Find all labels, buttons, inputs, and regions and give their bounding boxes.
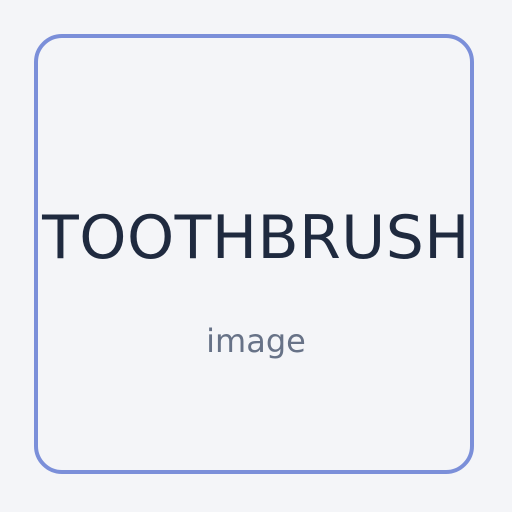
placeholder-subtitle: image <box>206 322 306 360</box>
placeholder-title: TOOTHBRUSH <box>42 203 470 273</box>
image-placeholder: TOOTHBRUSH image <box>0 0 512 512</box>
